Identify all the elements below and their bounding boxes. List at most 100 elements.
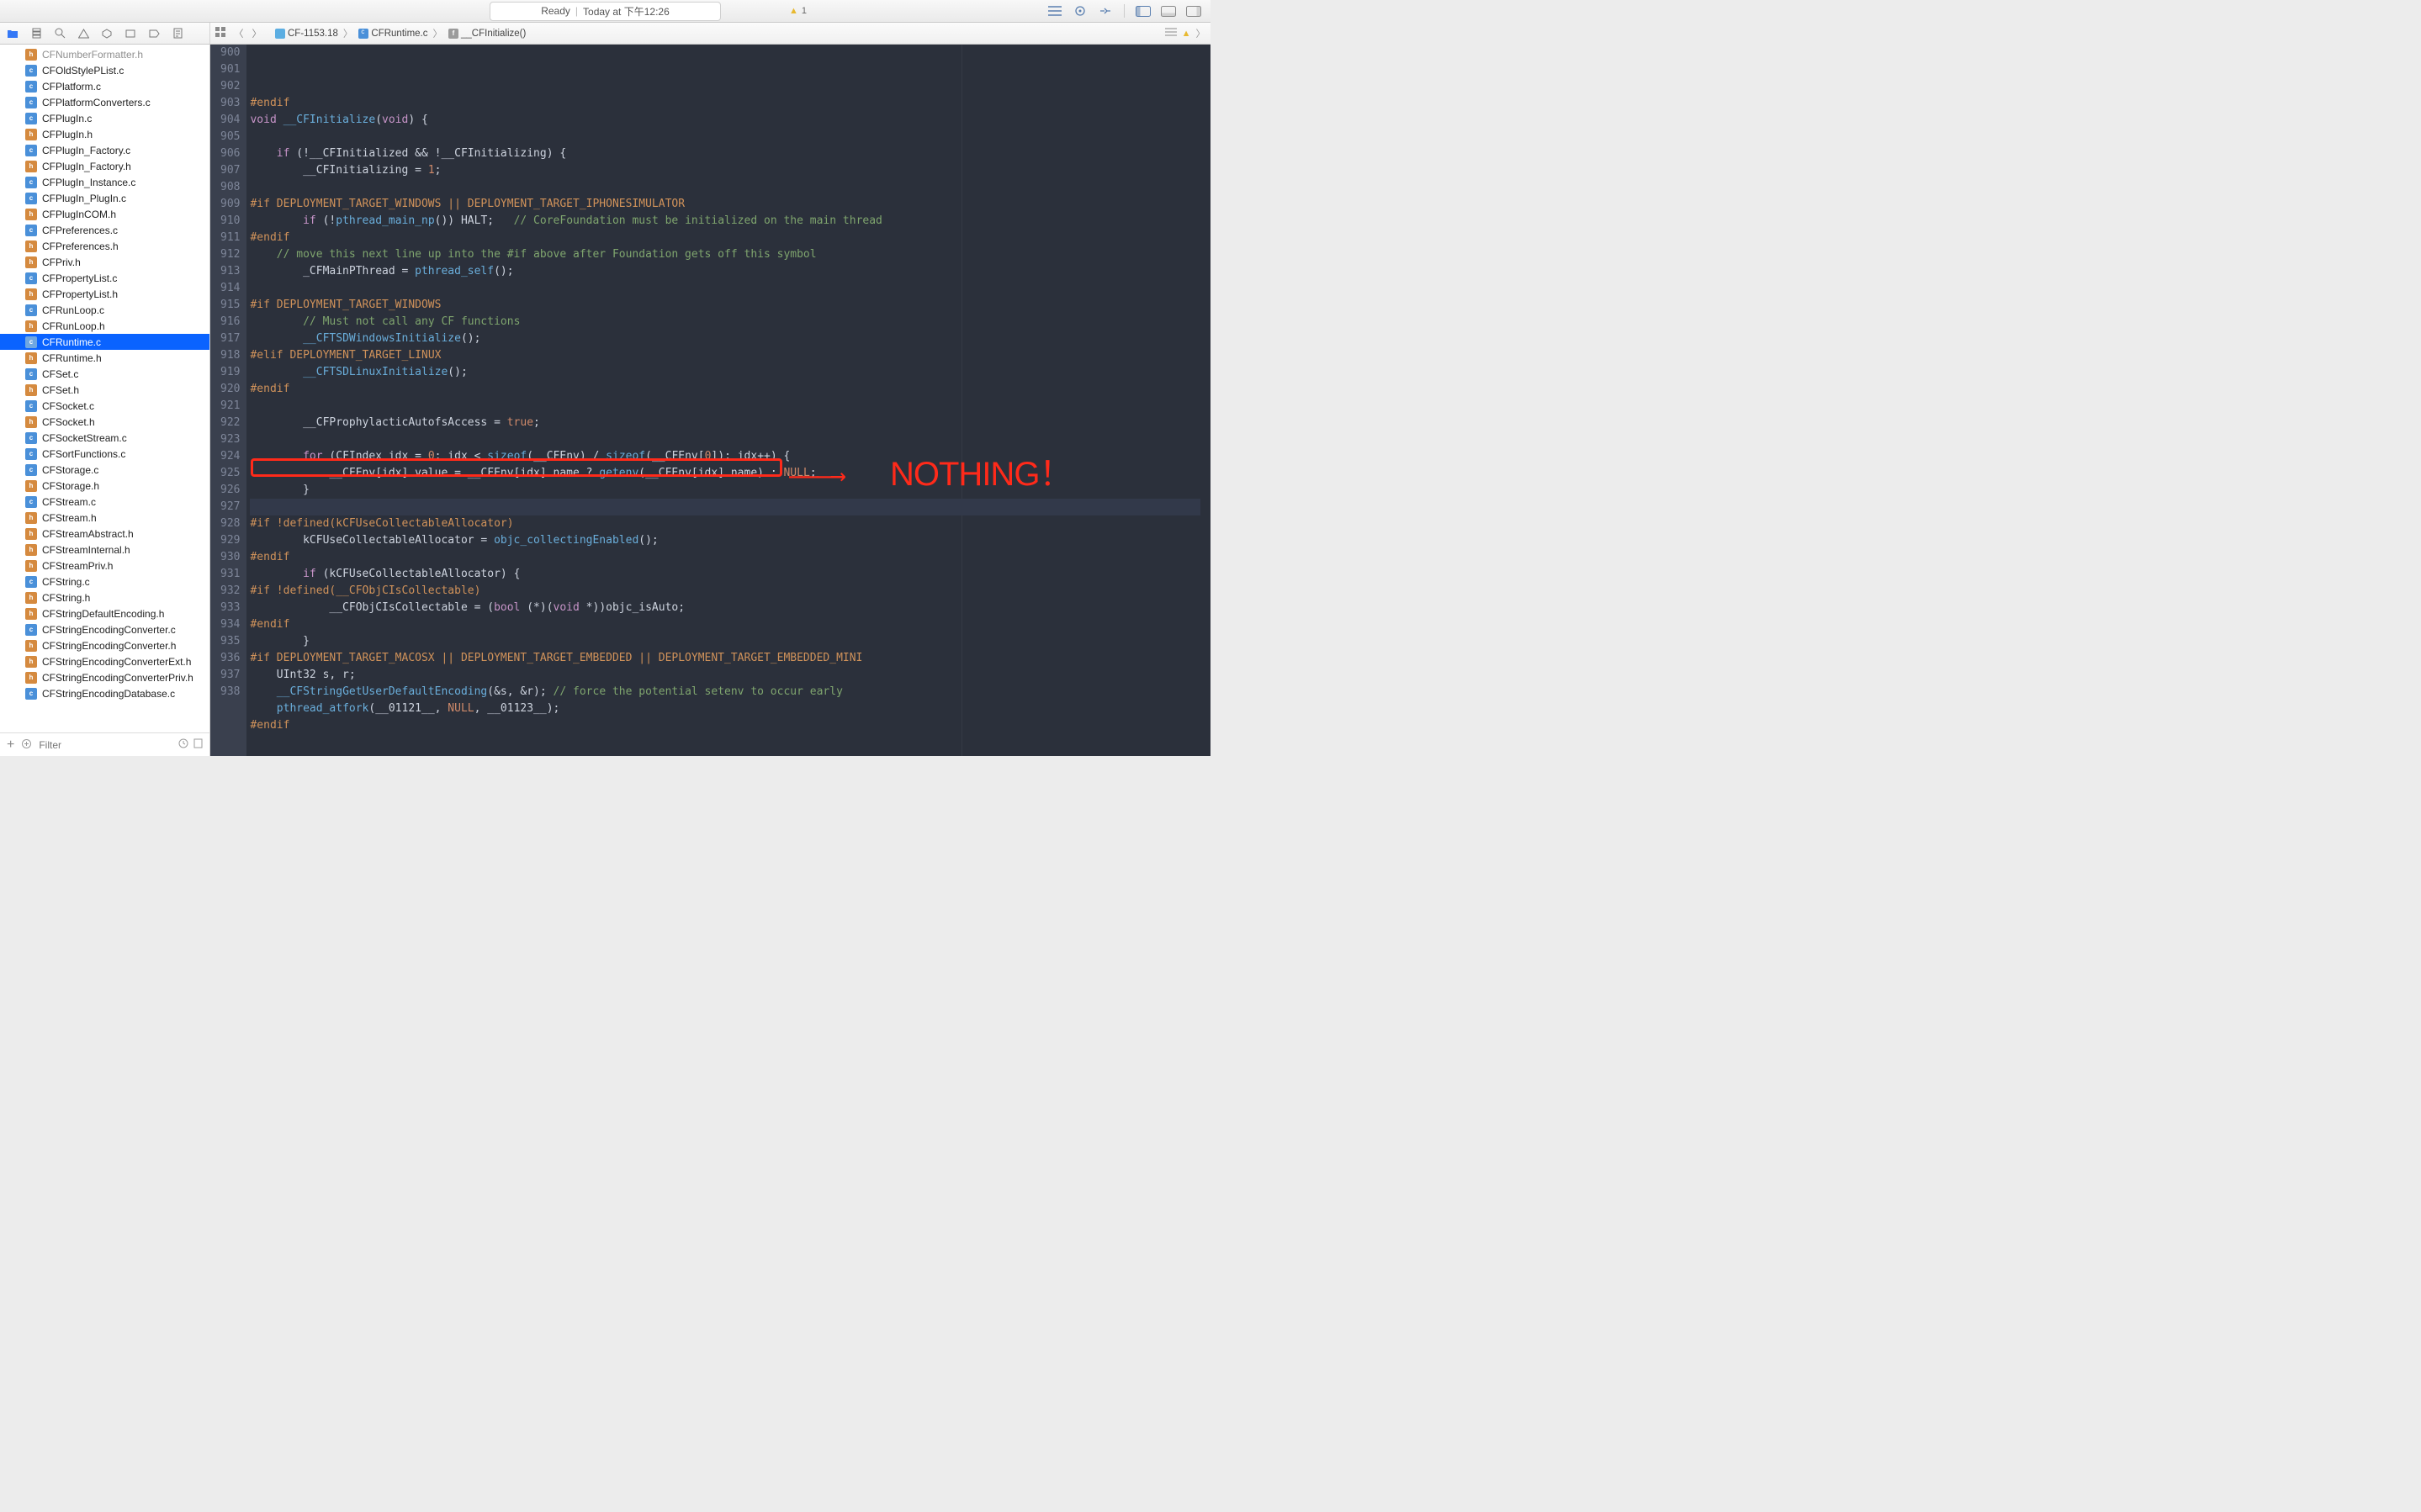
breadcrumb-file[interactable]: CFRuntime.c 〉 (357, 27, 447, 40)
scm-filter-icon[interactable] (193, 738, 203, 751)
file-row[interactable]: hCFSet.h (0, 382, 209, 398)
debug-navigator-icon[interactable] (124, 28, 136, 40)
code-review-icon[interactable] (1165, 28, 1177, 40)
next-issue-icon[interactable]: 〉 (1196, 27, 1206, 40)
filter-input[interactable] (39, 739, 172, 751)
code-line[interactable]: } (250, 482, 1210, 499)
issue-navigator-icon[interactable] (77, 28, 89, 40)
line-number[interactable]: 927 (220, 499, 240, 515)
file-row[interactable]: cCFStringEncodingConverter.c (0, 621, 209, 637)
toggle-bottom-panel-icon[interactable] (1158, 3, 1179, 19)
code-line[interactable]: _CFMainPThread = pthread_self(); (250, 263, 1210, 280)
file-warning-icon[interactable]: ▲ (1182, 29, 1191, 39)
line-number[interactable]: 917 (220, 330, 240, 347)
warnings-badge[interactable]: ▲ 1 (789, 6, 807, 16)
assistant-icon[interactable] (1070, 3, 1090, 19)
file-row[interactable]: cCFPlugIn_Factory.c (0, 142, 209, 158)
file-row[interactable]: cCFStream.c (0, 494, 209, 510)
line-number[interactable]: 923 (220, 431, 240, 448)
file-row[interactable]: hCFString.h (0, 589, 209, 605)
file-row[interactable]: hCFPlugIn_Factory.h (0, 158, 209, 174)
line-number[interactable]: 907 (220, 162, 240, 179)
line-number[interactable]: 919 (220, 364, 240, 381)
file-row[interactable]: hCFSocket.h (0, 414, 209, 430)
file-row[interactable]: cCFRunLoop.c (0, 302, 209, 318)
line-number[interactable]: 922 (220, 415, 240, 431)
line-number[interactable]: 932 (220, 583, 240, 600)
breakpoint-navigator-icon[interactable] (148, 28, 160, 40)
line-number[interactable]: 928 (220, 515, 240, 532)
line-number[interactable]: 926 (220, 482, 240, 499)
file-row[interactable]: cCFSortFunctions.c (0, 446, 209, 462)
line-number[interactable]: 902 (220, 78, 240, 95)
code-line[interactable]: #if !defined(kCFUseCollectableAllocator) (250, 515, 1210, 532)
line-number[interactable]: 936 (220, 650, 240, 667)
line-number[interactable]: 910 (220, 213, 240, 230)
code-line[interactable]: UInt32 s, r; (250, 667, 1210, 684)
file-row[interactable]: cCFSocketStream.c (0, 430, 209, 446)
source-editor[interactable]: 9009019029039049059069079089099109119129… (210, 45, 1210, 756)
file-row[interactable]: hCFStringDefaultEncoding.h (0, 605, 209, 621)
file-row[interactable]: cCFPropertyList.c (0, 270, 209, 286)
code-line[interactable]: for (CFIndex idx = 0; idx < sizeof(__CFE… (250, 448, 1210, 465)
file-row[interactable]: cCFRuntime.c (0, 334, 209, 350)
breadcrumb-project[interactable]: CF-1153.18 〉 (273, 27, 357, 40)
toggle-left-panel-icon[interactable] (1133, 3, 1153, 19)
line-number[interactable]: 924 (220, 448, 240, 465)
line-number[interactable]: 931 (220, 566, 240, 583)
code-line[interactable]: #endif (250, 717, 1210, 734)
code-line[interactable]: // Must not call any CF functions (250, 314, 1210, 330)
filter-icon[interactable] (21, 738, 32, 752)
source-control-navigator-icon[interactable] (30, 28, 42, 40)
line-number[interactable]: 904 (220, 112, 240, 129)
code-line[interactable] (250, 499, 1210, 515)
line-number[interactable]: 930 (220, 549, 240, 566)
line-number[interactable]: 938 (220, 684, 240, 700)
line-number[interactable]: 929 (220, 532, 240, 549)
code-line[interactable]: pthread_atfork(__01121__, NULL, __01123_… (250, 700, 1210, 717)
scrollbar[interactable] (1200, 45, 1210, 756)
file-row[interactable]: cCFSocket.c (0, 398, 209, 414)
code-line[interactable]: #endif (250, 616, 1210, 633)
file-row[interactable]: hCFStreamInternal.h (0, 542, 209, 558)
line-gutter[interactable]: 9009019029039049059069079089099109119129… (210, 45, 246, 756)
line-number[interactable]: 915 (220, 297, 240, 314)
file-row[interactable]: hCFNumberFormatter.h (0, 46, 209, 62)
file-row[interactable]: hCFPreferences.h (0, 238, 209, 254)
file-row[interactable]: cCFOldStylePList.c (0, 62, 209, 78)
code-line[interactable] (250, 398, 1210, 415)
code-line[interactable]: #endif (250, 549, 1210, 566)
line-number[interactable]: 935 (220, 633, 240, 650)
line-number[interactable]: 914 (220, 280, 240, 297)
file-row[interactable]: hCFStreamPriv.h (0, 558, 209, 574)
code-line[interactable]: if (!__CFInitialized && !__CFInitializin… (250, 145, 1210, 162)
file-row[interactable]: cCFPreferences.c (0, 222, 209, 238)
file-row[interactable]: hCFStringEncodingConverterPriv.h (0, 669, 209, 685)
file-row[interactable]: cCFPlatform.c (0, 78, 209, 94)
project-navigator-icon[interactable] (7, 28, 19, 40)
code-line[interactable] (250, 179, 1210, 196)
line-number[interactable]: 901 (220, 61, 240, 78)
test-navigator-icon[interactable] (101, 28, 113, 40)
file-row[interactable]: cCFPlatformConverters.c (0, 94, 209, 110)
toggle-right-panel-icon[interactable] (1184, 3, 1204, 19)
file-row[interactable]: hCFStream.h (0, 510, 209, 526)
nav-forward-button[interactable]: 〉 (249, 27, 266, 40)
code-line[interactable]: #endif (250, 381, 1210, 398)
line-number[interactable]: 903 (220, 95, 240, 112)
line-number[interactable]: 937 (220, 667, 240, 684)
code-line[interactable]: #endif (250, 230, 1210, 246)
editor-options-icon[interactable] (1045, 3, 1065, 19)
file-row[interactable]: cCFString.c (0, 574, 209, 589)
code-line[interactable]: __CFEnv[idx].value = __CFEnv[idx].name ?… (250, 465, 1210, 482)
file-row[interactable]: hCFPropertyList.h (0, 286, 209, 302)
related-items-icon[interactable] (215, 27, 225, 40)
add-button[interactable]: + (7, 738, 14, 752)
file-row[interactable]: hCFStringEncodingConverterExt.h (0, 653, 209, 669)
code-line[interactable]: __CFInitializing = 1; (250, 162, 1210, 179)
code-line[interactable]: kCFUseCollectableAllocator = objc_collec… (250, 532, 1210, 549)
line-number[interactable]: 934 (220, 616, 240, 633)
file-row[interactable]: cCFStringEncodingDatabase.c (0, 685, 209, 701)
file-row[interactable]: cCFSet.c (0, 366, 209, 382)
find-navigator-icon[interactable] (54, 28, 66, 40)
